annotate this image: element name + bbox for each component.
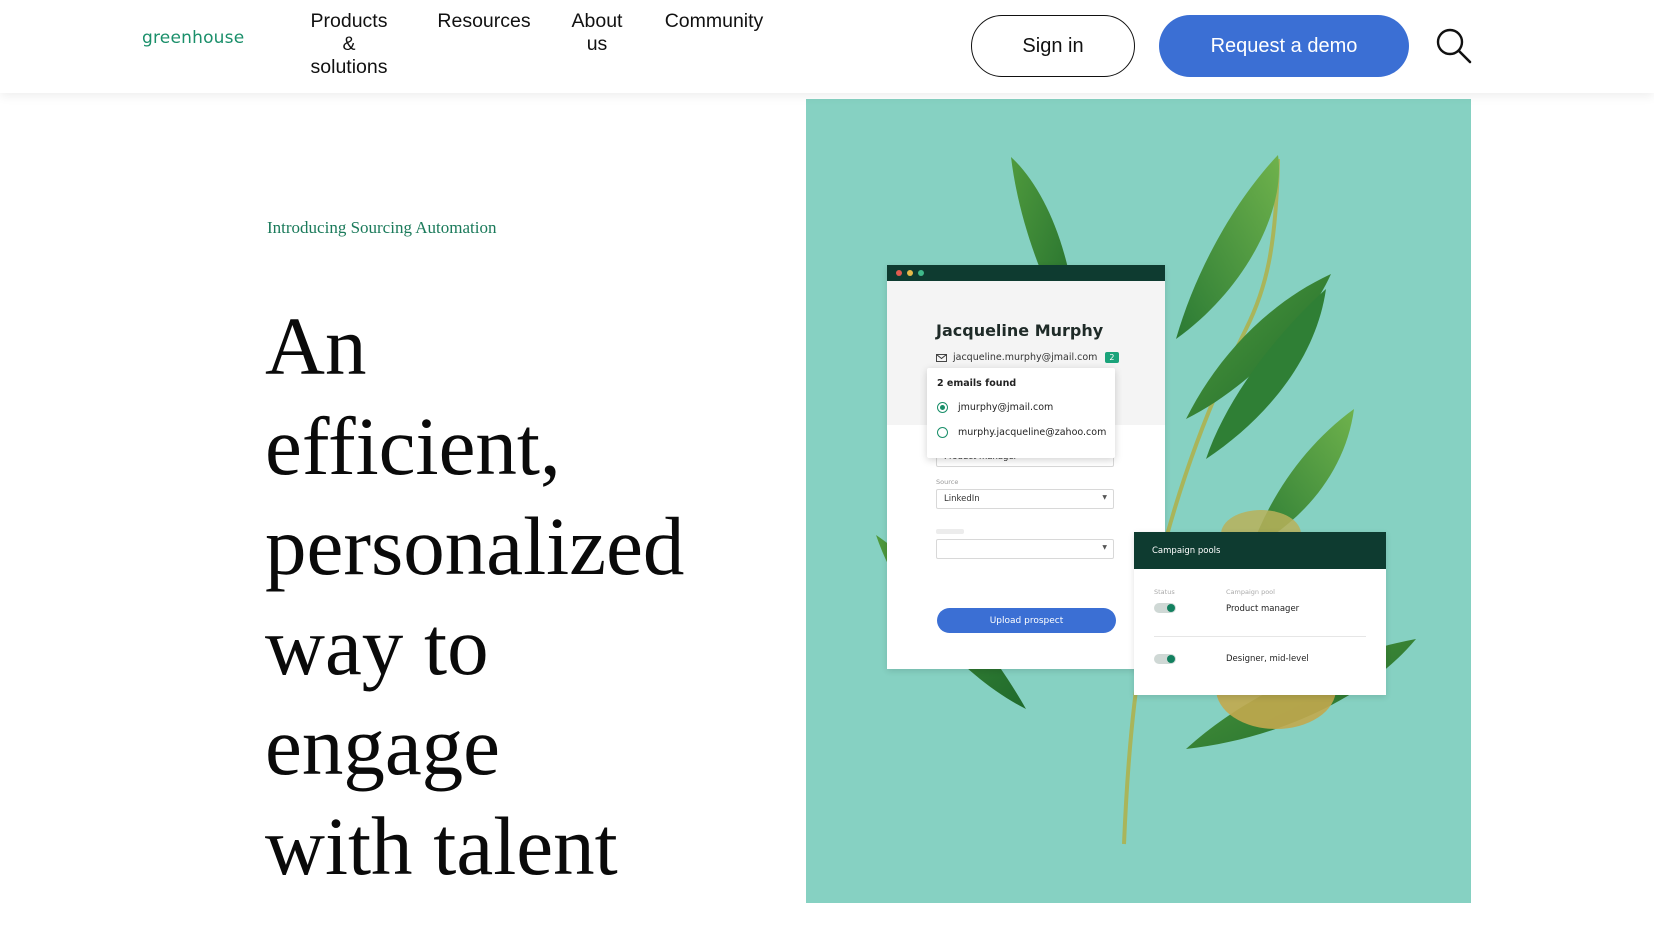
- sign-in-button[interactable]: Sign in: [971, 15, 1135, 77]
- request-demo-button[interactable]: Request a demo: [1159, 15, 1409, 77]
- headline-line: An: [265, 300, 367, 392]
- headline-line: with talent: [265, 800, 618, 892]
- campaign-pools-title: Campaign pools: [1134, 532, 1386, 569]
- headline-line: way to: [265, 600, 489, 692]
- site-header: greenhouse Products & solutions Resource…: [0, 0, 1654, 93]
- nav-about-line-2: us: [586, 33, 608, 55]
- greenhouse-logo[interactable]: greenhouse: [142, 28, 244, 48]
- nav-community[interactable]: Community: [660, 10, 768, 33]
- prospect-name: Jacqueline Murphy: [936, 321, 1104, 340]
- pool-name: Designer, mid-level: [1226, 654, 1309, 664]
- window-titlebar: [887, 265, 1165, 281]
- search-icon[interactable]: [1435, 27, 1473, 65]
- nav-about-line-1: About: [571, 10, 623, 32]
- source-select-value: LinkedIn: [944, 494, 980, 504]
- prospect-email-row[interactable]: jacqueline.murphy@jmail.com 2: [936, 352, 1119, 363]
- pool-name: Product manager: [1226, 604, 1300, 614]
- nav-products-line-2: &: [342, 33, 356, 55]
- emails-found-popover: 2 emails found jmurphy@jmail.com murphy.…: [927, 368, 1115, 458]
- pool-column-label: Campaign pool: [1226, 588, 1275, 596]
- placeholder-label-bar: [936, 529, 964, 534]
- prospect-email: jacqueline.murphy@jmail.com: [953, 352, 1098, 363]
- source-label: Source: [936, 478, 959, 486]
- row-divider: [1154, 636, 1366, 637]
- source-select[interactable]: LinkedIn ▼: [936, 489, 1114, 509]
- campaign-pools-card: Campaign pools Status Campaign pool Prod…: [1134, 532, 1386, 695]
- upload-prospect-button[interactable]: Upload prospect: [937, 608, 1116, 633]
- status-column-label: Status: [1154, 588, 1175, 596]
- headline-line: personalized: [265, 500, 685, 592]
- empty-select[interactable]: ▼: [936, 539, 1114, 559]
- nav-products-line-3: solutions: [310, 56, 388, 78]
- nav-about-us[interactable]: About us: [562, 10, 632, 56]
- mail-icon: [936, 353, 947, 362]
- headline-line: efficient,: [265, 400, 561, 492]
- caret-down-icon: ▼: [1102, 544, 1107, 551]
- hero-headline: An efficient, personalized way to engage…: [265, 296, 745, 896]
- maximize-dot-icon: [918, 270, 924, 276]
- email-option-label: jmurphy@jmail.com: [958, 402, 1054, 413]
- email-count-badge: 2: [1105, 352, 1119, 363]
- email-option[interactable]: jmurphy@jmail.com: [937, 402, 1053, 413]
- status-toggle[interactable]: [1154, 603, 1176, 613]
- status-toggle[interactable]: [1154, 654, 1176, 664]
- caret-down-icon: ▼: [1102, 494, 1107, 501]
- nav-products-line-1: Products: [310, 10, 388, 32]
- headline-line: engage: [265, 700, 501, 792]
- nav-products-solutions[interactable]: Products & solutions: [300, 10, 398, 79]
- minimize-dot-icon: [907, 270, 913, 276]
- email-option-label: murphy.jacqueline@zahoo.com: [958, 427, 1107, 438]
- close-dot-icon: [896, 270, 902, 276]
- email-option[interactable]: murphy.jacqueline@zahoo.com: [937, 427, 1106, 438]
- hero-eyebrow: Introducing Sourcing Automation: [267, 218, 497, 237]
- radio-selected-icon: [937, 402, 948, 413]
- nav-resources[interactable]: Resources: [432, 10, 536, 33]
- hero-illustration: Jacqueline Murphy jacqueline.murphy@jmai…: [806, 99, 1471, 903]
- prospect-card: Jacqueline Murphy jacqueline.murphy@jmai…: [887, 265, 1165, 669]
- popover-title: 2 emails found: [937, 378, 1017, 389]
- radio-unselected-icon: [937, 427, 948, 438]
